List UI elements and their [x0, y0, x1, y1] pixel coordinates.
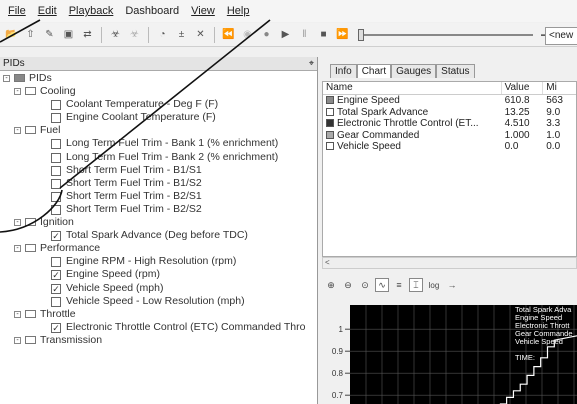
callout-line-pid-tree — [0, 189, 63, 233]
app-window: File Edit Playback Dashboard View Help 📂… — [0, 0, 577, 404]
callout-line-help-menu — [59, 19, 271, 189]
annotation-callout-lines — [0, 19, 271, 233]
callout-line-file-menu — [0, 19, 41, 43]
